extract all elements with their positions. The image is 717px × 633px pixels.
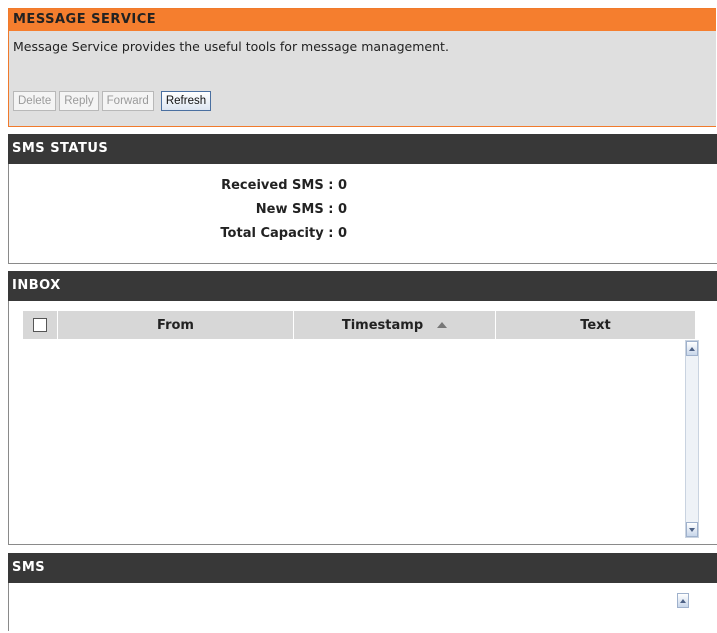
message-action-toolbar: Delete Reply Forward Refresh bbox=[13, 91, 212, 111]
column-timestamp-label: Timestamp bbox=[341, 317, 424, 333]
column-timestamp[interactable]: Timestamp bbox=[294, 311, 496, 339]
message-service-description: Message Service provides the useful tool… bbox=[13, 39, 449, 54]
sms-panel bbox=[8, 583, 717, 631]
refresh-button[interactable]: Refresh bbox=[160, 91, 212, 111]
sort-ascending-icon bbox=[437, 322, 448, 328]
select-all-cell bbox=[23, 311, 58, 339]
sms-status-panel: Received SMS : 0 New SMS : 0 Total Capac… bbox=[8, 164, 717, 264]
select-all-checkbox[interactable] bbox=[33, 318, 47, 332]
sms-status-header: SMS STATUS bbox=[8, 134, 717, 164]
column-text[interactable]: Text bbox=[496, 311, 695, 339]
inbox-table: From Timestamp Text bbox=[23, 311, 695, 339]
reply-button[interactable]: Reply bbox=[59, 91, 99, 111]
sms-scroll-up-icon[interactable] bbox=[677, 593, 689, 608]
scroll-down-icon[interactable] bbox=[686, 522, 698, 537]
sms-scrollbar[interactable] bbox=[677, 593, 691, 633]
scroll-up-icon[interactable] bbox=[686, 341, 698, 356]
forward-button[interactable]: Forward bbox=[101, 91, 154, 111]
inbox-header: INBOX bbox=[8, 271, 717, 301]
column-text-label: Text bbox=[580, 317, 611, 333]
new-sms-count: New SMS : 0 bbox=[255, 202, 347, 217]
inbox-panel: From Timestamp Text bbox=[8, 301, 717, 545]
column-from-label: From bbox=[157, 317, 194, 333]
inbox-scrollbar[interactable] bbox=[685, 340, 699, 538]
column-from[interactable]: From bbox=[58, 311, 294, 339]
message-service-title: MESSAGE SERVICE bbox=[9, 9, 716, 31]
total-capacity: Total Capacity : 0 bbox=[220, 226, 347, 241]
received-sms-count: Received SMS : 0 bbox=[221, 178, 347, 193]
inbox-table-header: From Timestamp Text bbox=[23, 311, 695, 339]
message-service-panel: MESSAGE SERVICE Message Service provides… bbox=[8, 8, 716, 127]
delete-button[interactable]: Delete bbox=[13, 91, 57, 111]
sms-header: SMS bbox=[8, 553, 717, 583]
